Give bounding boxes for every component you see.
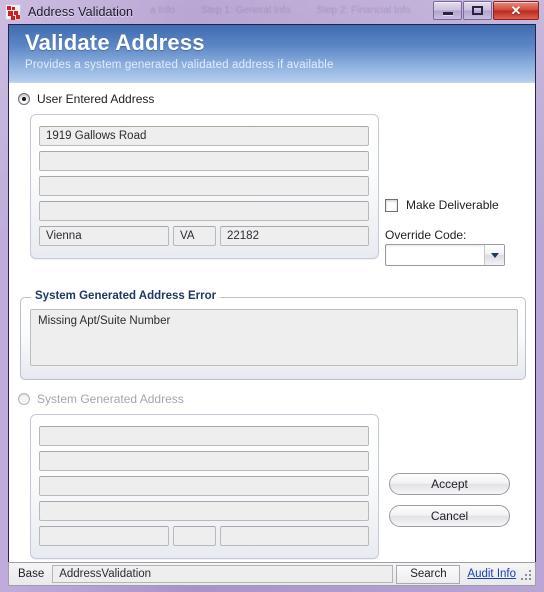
error-message-box: Missing Apt/Suite Number	[30, 309, 518, 366]
system-generated-address-error-group: System Generated Address Error Missing A…	[20, 290, 526, 380]
window-title: Address Validation	[28, 5, 134, 19]
system-address-line2[interactable]	[39, 451, 369, 471]
user-address-line2[interactable]	[39, 151, 369, 171]
radio-unselected-icon[interactable]	[18, 393, 30, 405]
client-area: Validate Address Provides a system gener…	[8, 24, 536, 584]
window-controls: ✕	[433, 1, 539, 21]
radio-system-generated-address[interactable]: System Generated Address	[18, 392, 184, 406]
user-address-line3[interactable]	[39, 176, 369, 196]
make-deliverable-row[interactable]: Make Deliverable	[385, 198, 499, 212]
user-address-line1[interactable]: 1919 Gallows Road	[39, 126, 369, 146]
minimize-icon	[442, 11, 453, 15]
title-bar[interactable]: Address Validation ✕	[0, 0, 544, 24]
system-address-line3[interactable]	[39, 476, 369, 496]
accept-button[interactable]: Accept	[389, 473, 510, 495]
override-code-label: Override Code:	[385, 228, 467, 242]
system-address-city[interactable]	[39, 526, 169, 546]
chevron-down-icon	[490, 252, 499, 258]
status-bar: Base AddressValidation Search Audit Info	[8, 562, 536, 586]
system-address-line1[interactable]	[39, 426, 369, 446]
radio-selected-icon[interactable]	[18, 93, 30, 105]
close-button[interactable]: ✕	[493, 1, 539, 20]
radio-user-entered-label: User Entered Address	[37, 92, 155, 106]
radio-user-entered-address[interactable]: User Entered Address	[18, 92, 154, 106]
user-address-zip[interactable]: 22182	[220, 226, 369, 246]
restore-button[interactable]	[463, 1, 492, 20]
system-address-state[interactable]	[173, 526, 216, 546]
user-address-city[interactable]: Vienna	[39, 226, 169, 246]
user-entered-address-panel: 1919 Gallows Road Vienna VA 22182	[30, 114, 379, 259]
page-title: Validate Address	[25, 30, 205, 55]
close-icon: ✕	[510, 3, 522, 18]
user-address-state[interactable]: VA	[173, 226, 216, 246]
system-address-zip[interactable]	[220, 526, 369, 546]
app-dots-icon	[5, 4, 21, 20]
radio-system-generated-label: System Generated Address	[37, 392, 184, 406]
override-code-dropdown[interactable]	[385, 244, 505, 266]
base-label: Base	[18, 568, 45, 580]
restore-icon	[472, 6, 483, 15]
user-address-line4[interactable]	[39, 201, 369, 221]
make-deliverable-checkbox[interactable]	[385, 198, 398, 212]
page-subtitle: Provides a system generated validated ad…	[25, 58, 334, 71]
system-address-line4[interactable]	[39, 501, 369, 521]
make-deliverable-label: Make Deliverable	[406, 198, 499, 212]
base-search-input[interactable]: AddressValidation	[52, 565, 394, 583]
resize-grip-icon[interactable]	[520, 567, 532, 581]
override-code-dropdown-button[interactable]	[484, 245, 504, 265]
page-banner: Validate Address Provides a system gener…	[9, 25, 535, 83]
cancel-button[interactable]: Cancel	[389, 505, 510, 527]
audit-info-link[interactable]: Audit Info	[467, 568, 516, 580]
error-group-legend: System Generated Address Error	[31, 290, 221, 302]
application-window: a Info Step 1: General Info Step 2: Fina…	[0, 0, 544, 592]
search-button[interactable]: Search	[396, 564, 461, 584]
minimize-button[interactable]	[433, 1, 462, 20]
system-generated-address-panel	[30, 414, 379, 559]
form-body: User Entered Address 1919 Gallows Road V…	[9, 83, 535, 583]
